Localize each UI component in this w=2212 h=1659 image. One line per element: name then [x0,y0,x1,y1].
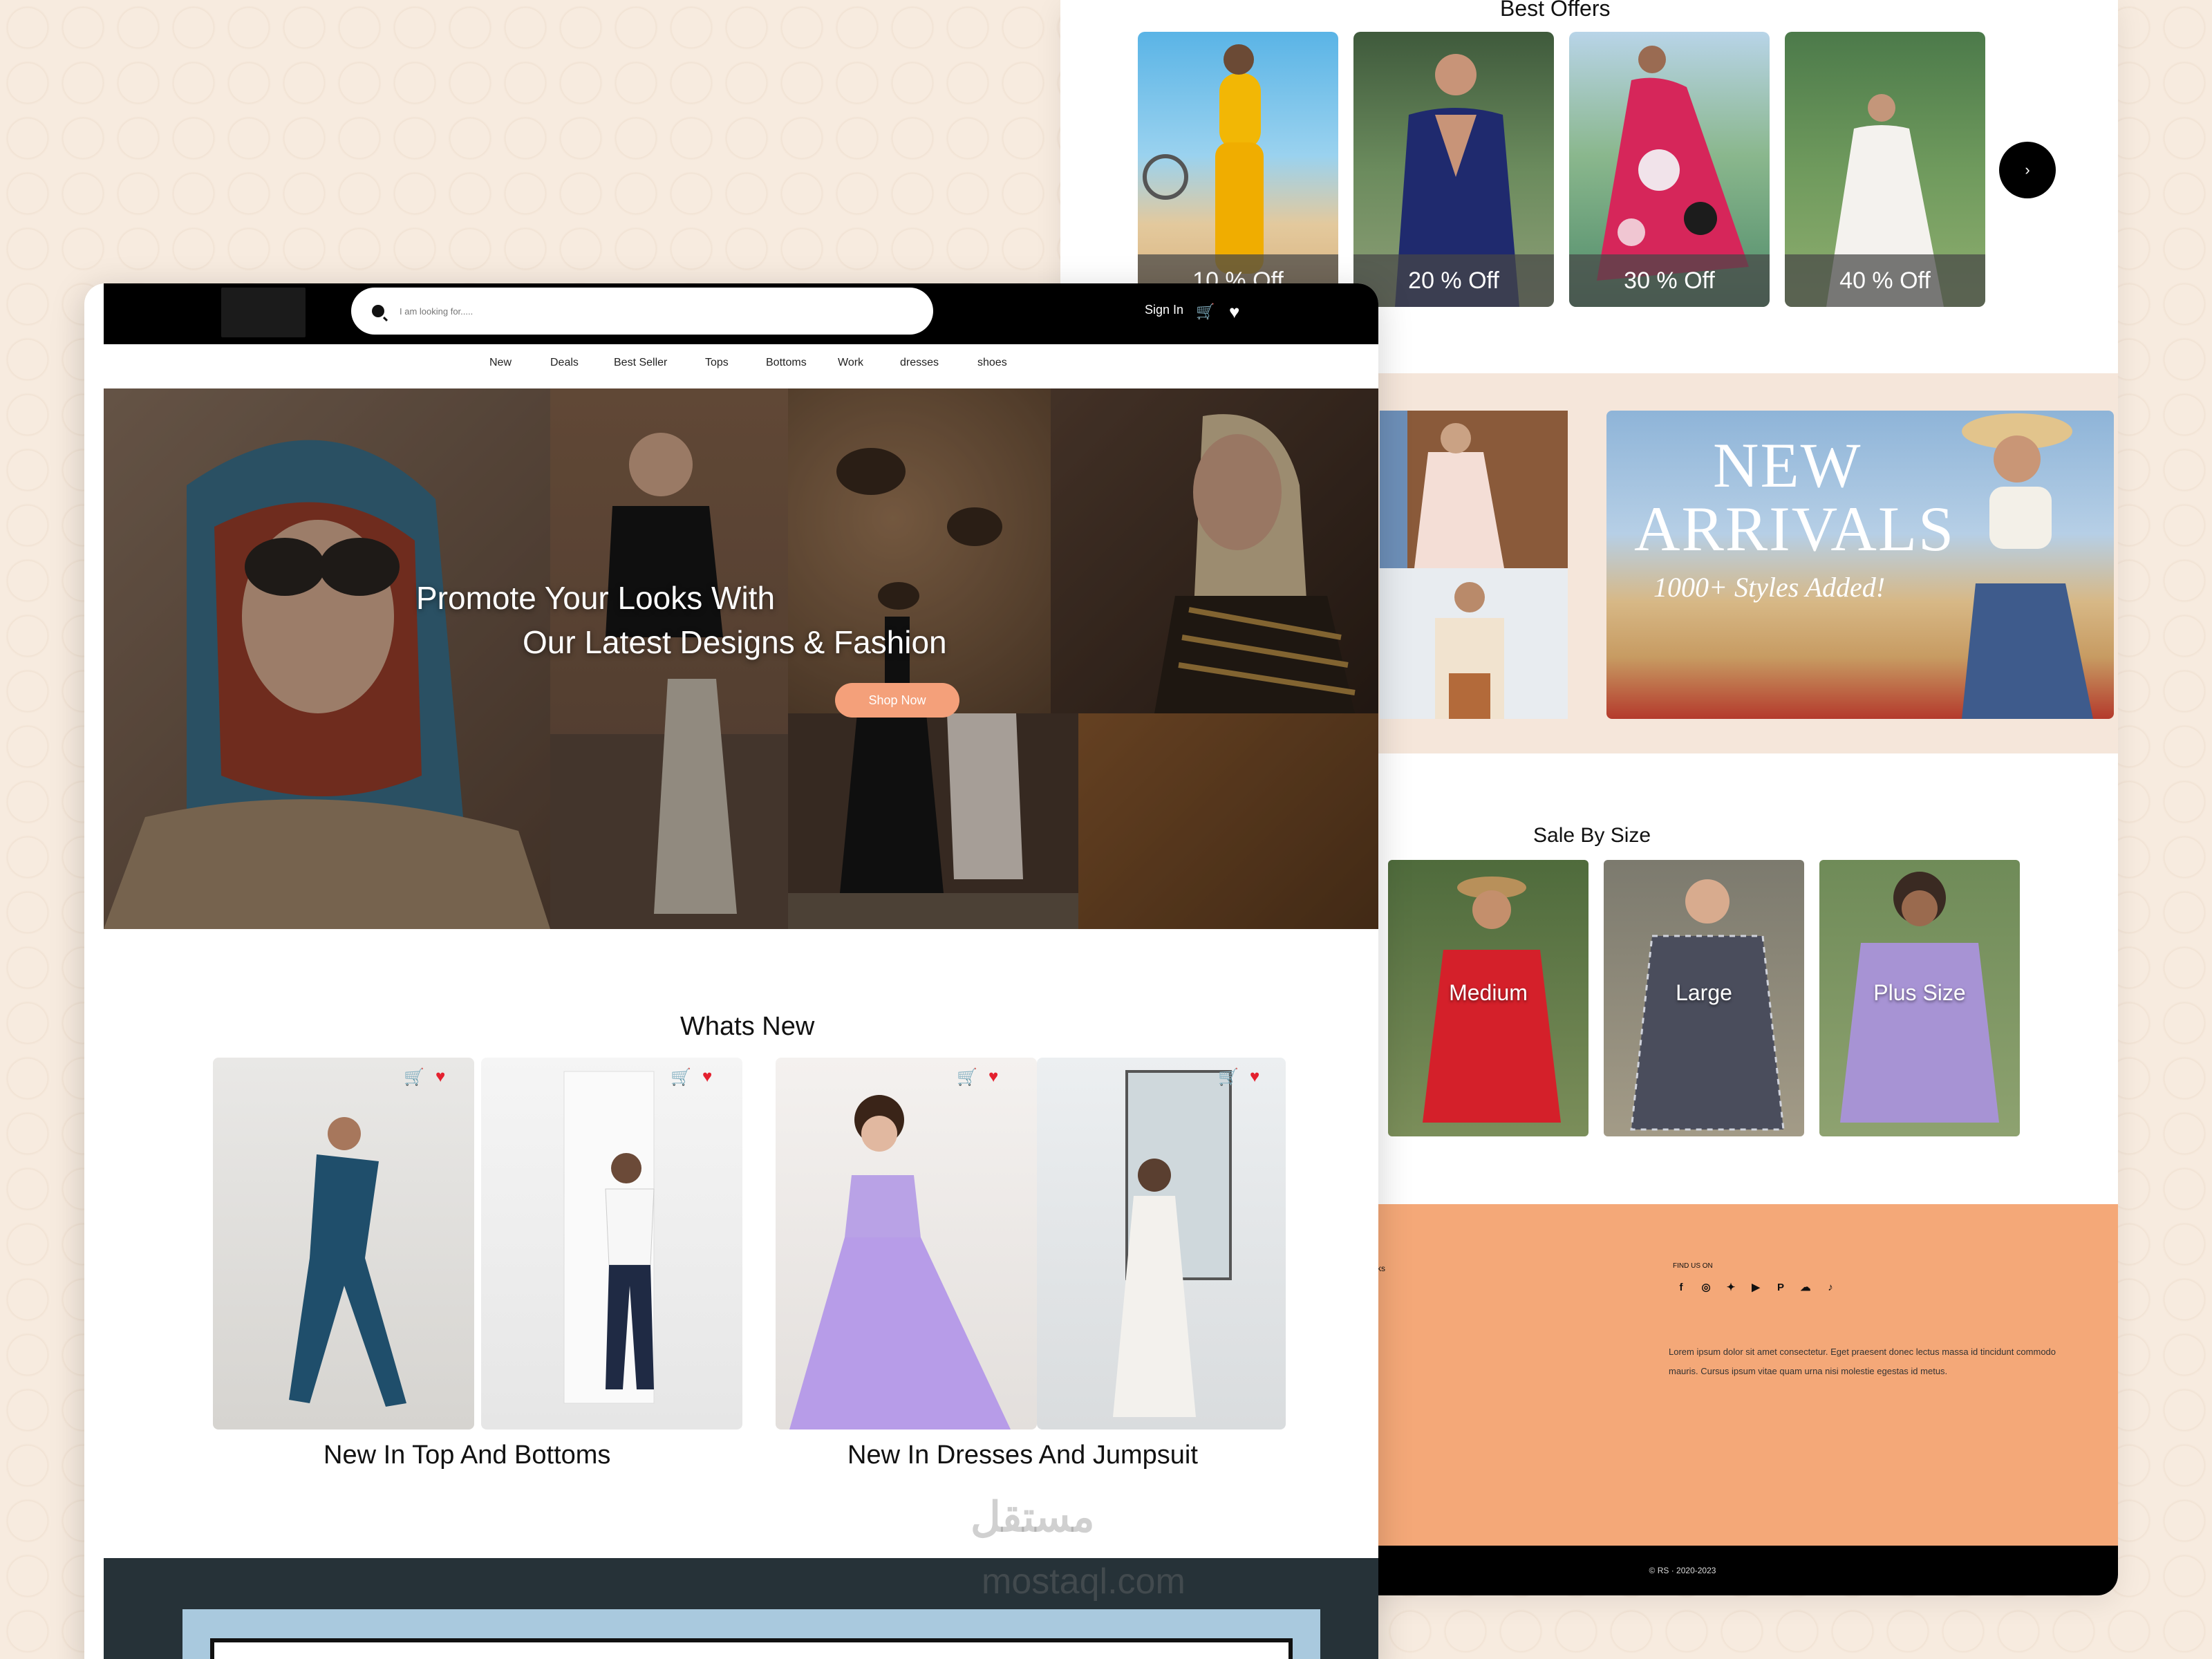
featured-band [104,1558,1378,1659]
twitter-icon[interactable]: ✦ [1724,1280,1738,1294]
site-logo[interactable] [221,288,306,337]
product-card[interactable]: 🛒 ♥ [481,1058,742,1430]
copyright-text: © RS · 2020-2023 [1649,1566,1716,1575]
hero-banner: Promote Your Looks With Our Latest Desig… [104,388,1378,929]
group-caption[interactable]: New In Top And Bottoms [324,1441,610,1470]
heart-icon[interactable]: ♥ [988,1067,998,1087]
footer-description: Lorem ipsum dolor sit amet consectetur. … [1669,1347,2056,1376]
facebook-icon[interactable]: f [1674,1280,1688,1294]
nav-item-shoes[interactable]: shoes [977,357,1007,369]
social-links: f ◎ ✦ ▶ P ☁ ♪ [1674,1280,1837,1294]
arrivals-title-line1: NEW [1713,430,1862,500]
tiktok-icon[interactable]: ♪ [1824,1280,1837,1294]
product-card[interactable]: 🛒 ♥ [1037,1058,1286,1430]
new-arrivals-banner[interactable]: NEW ARRIVALS 1000+ Styles Added! [1606,411,2114,719]
main-page-preview: Sign In 🛒 ♥ New Deals Best Seller Tops B… [84,283,1378,1659]
shop-now-button[interactable]: Shop Now [835,683,959,718]
pinterest-icon[interactable]: P [1774,1280,1788,1294]
nav-item-dresses[interactable]: dresses [900,357,939,369]
carousel-next-button[interactable]: › [1999,142,2056,198]
size-card-plus-size[interactable]: Plus Size [1819,860,2020,1136]
size-label: Large [1676,980,1732,1005]
nav-item-new[interactable]: New [489,357,512,369]
heart-icon[interactable]: ♥ [435,1067,445,1087]
size-card-medium[interactable]: Medium [1388,860,1588,1136]
offer-label: 30 % Off [1569,254,1770,307]
sign-in-link[interactable]: Sign In [1145,303,1183,317]
heart-icon[interactable]: ♥ [1229,301,1239,323]
offer-label: 40 % Off [1785,254,1985,307]
offer-card[interactable]: 40 % Off [1785,32,1985,307]
size-card-large[interactable]: Large [1604,860,1804,1136]
nav-item-deals[interactable]: Deals [550,357,579,369]
featured-frame [210,1638,1293,1659]
watermark-arabic: مستقل [971,1494,1095,1540]
whats-new-title: Whats New [680,1012,815,1041]
offer-card[interactable]: 10 % Off [1138,32,1338,307]
product-image [289,1117,406,1407]
product-card[interactable]: 🛒 ♥ [776,1058,1037,1430]
nav-item-best-seller[interactable]: Best Seller [614,357,667,369]
group-caption[interactable]: New In Dresses And Jumpsuit [847,1441,1198,1470]
product-image [789,1095,1011,1430]
cart-icon[interactable]: 🛒 [671,1067,691,1087]
arrivals-title-line2: ARRIVALS [1634,494,1956,564]
youtube-icon[interactable]: ▶ [1749,1280,1763,1294]
arrivals-subtitle: 1000+ Styles Added! [1653,572,1886,603]
watermark-latin: mostaql.com [982,1562,1185,1602]
product-image [1113,1070,1232,1417]
offer-card[interactable]: 30 % Off [1569,32,1770,307]
search-input[interactable] [400,306,814,317]
find-us-heading: FIND US ON [1673,1262,1713,1270]
sale-by-size-title: Sale By Size [1533,824,1651,847]
nav-item-work[interactable]: Work [838,357,863,369]
cart-icon[interactable]: 🛒 [1196,303,1215,321]
cart-icon[interactable]: 🛒 [404,1067,424,1087]
size-label: Medium [1449,980,1528,1005]
header-bar: Sign In 🛒 ♥ [104,283,1378,344]
nav-item-bottoms[interactable]: Bottoms [766,357,807,369]
offer-label: 20 % Off [1353,254,1554,307]
arrivals-collage-image [1380,411,1568,719]
search-bar[interactable] [351,288,933,335]
cart-icon[interactable]: 🛒 [957,1067,977,1087]
product-card[interactable]: 🛒 ♥ [213,1058,474,1430]
size-label: Plus Size [1873,980,1966,1005]
offer-card[interactable]: 20 % Off [1353,32,1554,307]
cart-icon[interactable]: 🛒 [1218,1067,1239,1087]
hero-heading-line2: Our Latest Designs & Fashion [523,624,947,660]
arrivals-model-image [1962,413,2093,719]
product-image [563,1071,655,1404]
instagram-icon[interactable]: ◎ [1699,1280,1713,1294]
chevron-right-icon: › [2025,161,2030,178]
heart-icon[interactable]: ♥ [1250,1067,1259,1087]
hero-heading-line1: Promote Your Looks With [416,580,776,616]
snapchat-icon[interactable]: ☁ [1799,1280,1812,1294]
search-icon [372,305,384,317]
heart-icon[interactable]: ♥ [702,1067,712,1087]
nav-item-tops[interactable]: Tops [705,357,729,369]
best-offers-title: Best Offers [1500,0,1611,21]
